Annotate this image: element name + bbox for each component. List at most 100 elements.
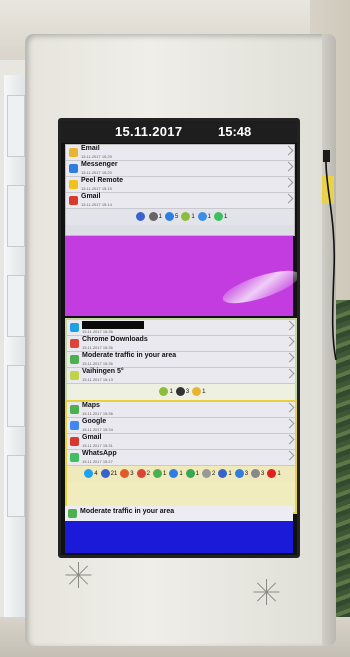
notification-title: WhatsApp <box>82 450 117 457</box>
app-count-row: 1 5 1 1 1 <box>66 209 294 225</box>
app-count: 3 <box>130 470 134 477</box>
gmail-icon <box>70 437 79 446</box>
whatsapp-icon[interactable] <box>214 212 224 221</box>
app-count: 1 <box>207 213 212 220</box>
app-count: 1 <box>191 213 195 220</box>
app-count-row: 4 21 3 2 1 1 1 2 1 3 3 1 <box>67 466 295 482</box>
notification-title: Gmail <box>81 193 101 200</box>
notification-item[interactable]: Vaihingen 5° 15.11.2017 15:13 <box>67 368 295 384</box>
drive-icon[interactable] <box>202 469 212 478</box>
flag-icon[interactable] <box>120 469 130 478</box>
app-count: 5 <box>174 213 179 220</box>
notification-timestamp: 15.11.2017 15:29 <box>81 154 112 159</box>
notification-title: Moderate traffic in your area <box>80 508 175 515</box>
fold-corner-icon <box>283 161 294 172</box>
docs-icon[interactable] <box>218 469 228 478</box>
notification-timestamp: 15.11.2017 15:36 <box>82 329 113 334</box>
notification-panel-bottom: Maps 15.11.2017 15:36 Google 15.11.2017 15:… <box>65 400 297 514</box>
settings-icon[interactable] <box>148 212 158 221</box>
usb-plug <box>323 150 330 162</box>
play-icon[interactable] <box>185 469 195 478</box>
fold-corner-icon <box>284 336 295 347</box>
notification-timestamp: 15.11.2017 15:36 <box>82 345 113 350</box>
twitter-icon[interactable] <box>84 469 94 478</box>
notification-title: Maps <box>82 402 100 409</box>
notification-item[interactable]: Gmail 15.11.2017 15:14 <box>66 193 294 209</box>
window-pane <box>7 95 25 157</box>
android-icon[interactable] <box>181 212 191 221</box>
notification-title: Messenger <box>81 161 118 168</box>
notification-item[interactable]: Maps 15.11.2017 15:36 <box>67 402 295 418</box>
notification-item[interactable]: Email 15.11.2017 15:29 <box>66 145 294 161</box>
app-count: 2 <box>146 470 150 477</box>
fold-corner-icon <box>284 368 295 379</box>
notification-title: Peel Remote <box>81 177 124 184</box>
app-count: 1 <box>179 470 183 477</box>
notification-item[interactable]: Moderate traffic in your area 15.11.2017 … <box>67 352 295 368</box>
whatsapp-icon <box>70 453 79 462</box>
notification-item[interactable]: Gmail 15.11.2017 15:31 <box>67 434 295 450</box>
notification-timestamp: 15.11.2017 15:20 <box>81 170 112 175</box>
google-icon <box>70 421 79 430</box>
notification-timestamp: 15.11.2017 15:27 <box>82 459 113 464</box>
fold-corner-icon <box>283 177 294 188</box>
android-icon[interactable] <box>159 387 169 396</box>
contacts-icon[interactable] <box>234 469 244 478</box>
notification-item[interactable]: 15.11.2017 15:36 <box>67 320 295 336</box>
notification-item[interactable]: Google 15.11.2017 15:34 <box>67 418 295 434</box>
notification-timestamp: 15.11.2017 15:34 <box>82 427 113 432</box>
time-display: 15:48 <box>218 124 252 139</box>
youtube-icon[interactable] <box>267 469 277 478</box>
maps-icon[interactable] <box>152 469 162 478</box>
chrome-icon[interactable] <box>136 469 146 478</box>
notification-title: Google <box>82 418 107 425</box>
fold-corner-icon <box>283 145 294 156</box>
fold-corner-icon <box>284 418 295 429</box>
app-count: 2 <box>212 470 216 477</box>
app-count: 1 <box>162 470 167 477</box>
fold-corner-icon <box>284 402 295 413</box>
fold-corner-icon <box>284 450 295 461</box>
fold-corner-icon <box>284 434 295 445</box>
traffic-notification[interactable]: Moderate traffic in your area <box>65 506 293 521</box>
sheets-icon[interactable] <box>251 469 261 478</box>
messenger-icon[interactable] <box>169 469 179 478</box>
calendar-icon[interactable] <box>100 469 110 478</box>
app-count: 3 <box>261 470 265 477</box>
notification-item[interactable]: WhatsApp 15.11.2017 15:27 <box>67 450 295 466</box>
fold-corner-icon <box>284 320 295 331</box>
notification-item[interactable]: Chrome Downloads 15.11.2017 15:36 <box>67 336 295 352</box>
app-icon[interactable] <box>135 212 145 221</box>
window-pane <box>7 275 25 337</box>
app-count: 1 <box>224 213 228 220</box>
notification-title: Gmail <box>82 434 102 441</box>
notification-timestamp: 15.11.2017 15:31 <box>82 443 113 448</box>
window-pane <box>7 455 25 517</box>
maps-icon <box>68 509 77 518</box>
window-left <box>4 75 28 650</box>
gmail-icon <box>69 196 78 205</box>
weather-icon[interactable] <box>192 387 202 396</box>
notification-item[interactable]: Messenger 15.11.2017 15:20 <box>66 161 294 177</box>
notification-item[interactable]: Peel Remote 15.11.2017 15:15 <box>66 177 294 193</box>
messenger-icon[interactable] <box>164 212 174 221</box>
skype-icon <box>70 323 79 332</box>
notification-panel-top: Email 15.11.2017 15:29 Messenger 15.11.2017… <box>65 144 295 236</box>
status-bar: 15.11.2017 15:48 <box>61 121 297 143</box>
speaker-grille-left <box>65 562 92 588</box>
messenger-icon <box>69 164 78 173</box>
news-icon[interactable] <box>175 387 185 396</box>
notification-title: Moderate traffic in your area <box>82 352 177 359</box>
notification-timestamp: 15.11.2017 15:36 <box>82 361 113 366</box>
notification-title: Email <box>81 145 100 152</box>
notification-timestamp: 15.11.2017 15:14 <box>81 202 112 207</box>
fold-corner-icon <box>283 193 294 204</box>
app-count: 1 <box>195 470 200 477</box>
app-count: 4 <box>94 470 98 477</box>
chrome-icon <box>70 339 79 348</box>
chart-icon[interactable] <box>197 212 207 221</box>
window-pane <box>7 365 25 427</box>
app-count: 3 <box>244 470 249 477</box>
app-count: 1 <box>202 388 206 395</box>
fold-corner-icon <box>284 352 295 363</box>
